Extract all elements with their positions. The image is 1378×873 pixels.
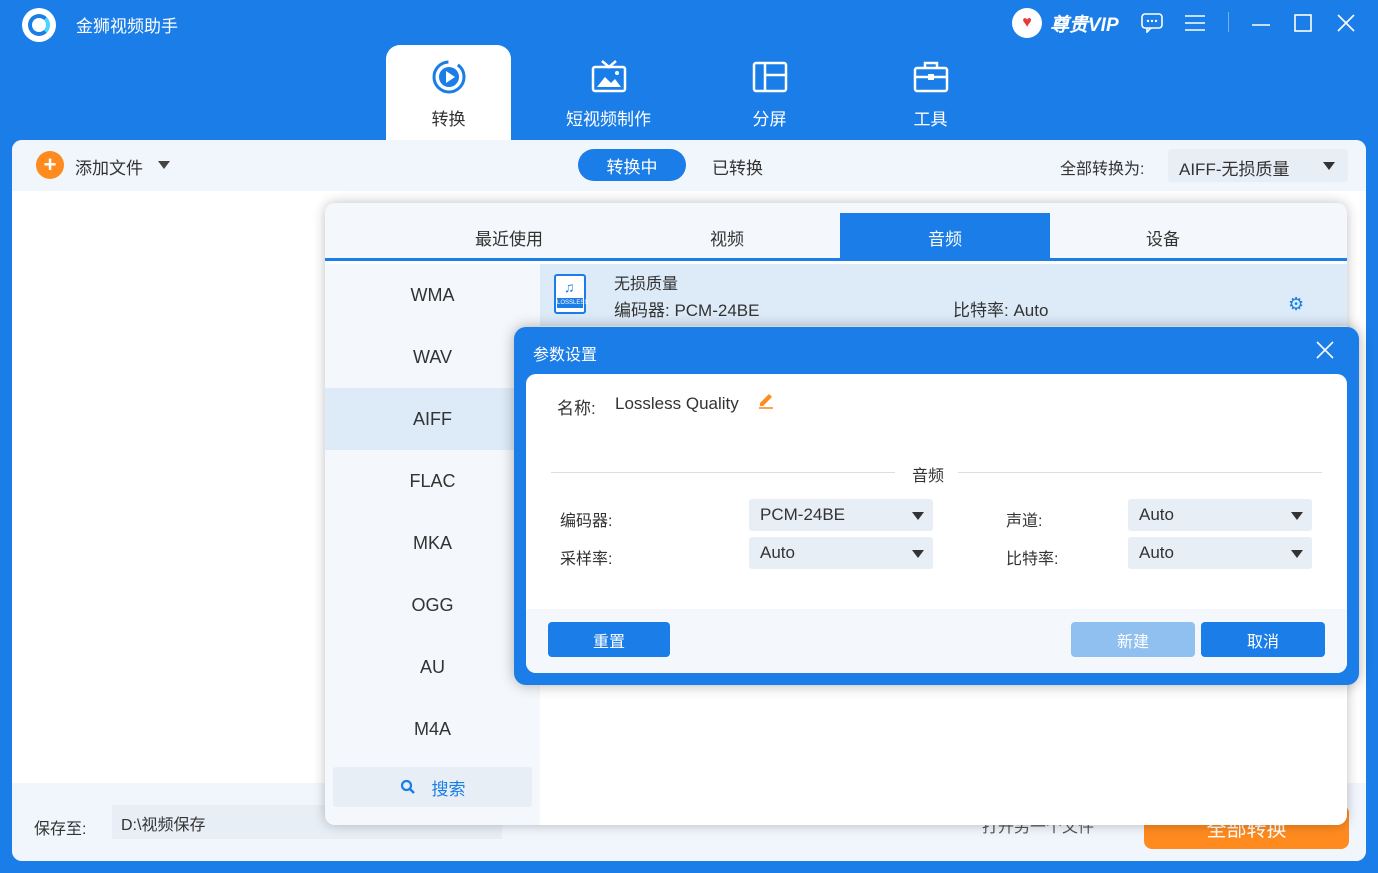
param-dialog-body: 名称: Lossless Quality 音频 编码器: PCM-24BE 声道… [526, 374, 1347, 673]
nav-tab-label: 转换 [431, 110, 466, 129]
format-search-button[interactable]: 搜索 [333, 767, 532, 807]
section-divider-right [958, 472, 1322, 473]
preset-name: 无损质量 [614, 276, 679, 293]
format-item-ogg[interactable]: OGG [325, 574, 540, 636]
app-title: 金狮视频助手 [76, 17, 178, 36]
format-item-aiff[interactable]: AIFF [325, 388, 540, 450]
convert-all-select[interactable]: AIFF-无损质量 [1168, 149, 1348, 182]
chevron-down-icon [1291, 512, 1303, 520]
add-file-button[interactable]: 添加文件 [75, 154, 143, 179]
tv-icon [589, 57, 629, 97]
sample-rate-value: Auto [760, 543, 795, 562]
nav-tab-split-screen[interactable]: 分屏 [707, 45, 832, 140]
close-icon[interactable] [1314, 337, 1336, 368]
tab-device[interactable]: 设备 [1054, 213, 1272, 261]
vip-button[interactable]: ♥ 尊贵VIP [1012, 7, 1119, 39]
tab-audio[interactable]: 音频 [840, 213, 1050, 261]
format-item-flac[interactable]: FLAC [325, 450, 540, 512]
search-icon [400, 779, 415, 794]
encoder-select[interactable]: PCM-24BE [749, 499, 933, 531]
channel-label: 声道: [1006, 513, 1043, 530]
param-dialog: 参数设置 名称: Lossless Quality 音频 编码器: PCM-24… [514, 327, 1359, 685]
chat-icon[interactable] [1139, 10, 1165, 36]
cancel-button[interactable]: 取消 [1201, 622, 1325, 657]
nav-tab-label: 短视频制作 [566, 110, 651, 129]
nav-tab-label: 工具 [913, 110, 948, 129]
convert-icon [429, 57, 469, 97]
nav-tab-label: 分屏 [752, 110, 787, 129]
format-item-wav[interactable]: WAV [325, 326, 540, 388]
chevron-down-icon [1291, 550, 1303, 558]
bitrate-select[interactable]: Auto [1128, 537, 1312, 569]
search-label: 搜索 [431, 779, 466, 799]
param-dialog-title: 参数设置 [533, 347, 598, 364]
param-dialog-footer: 重置 新建 取消 [526, 609, 1347, 673]
title-bar: 金狮视频助手 ♥ 尊贵VIP [0, 0, 1378, 140]
close-icon[interactable] [1333, 10, 1359, 36]
preset-bitrate: 比特率: Auto [953, 301, 1049, 320]
tab-video[interactable]: 视频 [618, 213, 836, 261]
format-list: WMA WAV AIFF FLAC MKA OGG AU M4A 搜索 [325, 264, 540, 825]
vip-label: 尊贵VIP [1050, 14, 1119, 36]
new-button[interactable]: 新建 [1071, 622, 1195, 657]
add-file-plus-icon[interactable]: + [36, 151, 64, 179]
encoder-label: 编码器: [560, 513, 613, 530]
preset-row[interactable]: ♫ LOSSLESS 无损质量 编码器: PCM-24BE 比特率: Auto … [540, 264, 1347, 326]
name-value: Lossless Quality [615, 394, 739, 413]
convert-all-value: AIFF-无损质量 [1179, 160, 1290, 179]
name-label: 名称: [557, 399, 596, 418]
preset-codec: 编码器: PCM-24BE [614, 301, 760, 320]
section-divider-left [551, 472, 895, 473]
menu-icon[interactable] [1182, 10, 1208, 36]
format-tabs: 最近使用 视频 音频 设备 [325, 203, 1347, 261]
channel-value: Auto [1139, 505, 1174, 524]
vip-diamond-icon: ♥ [1012, 8, 1042, 38]
lossless-audio-icon: ♫ LOSSLESS [554, 274, 588, 314]
channel-select[interactable]: Auto [1128, 499, 1312, 531]
chevron-down-icon [912, 512, 924, 520]
encoder-value: PCM-24BE [760, 505, 846, 524]
convert-all-label: 全部转换为: [1060, 161, 1145, 178]
nav-tab-convert[interactable]: 转换 [386, 45, 511, 140]
app-logo-icon [22, 8, 56, 42]
tab-converting[interactable]: 转换中 [578, 149, 686, 181]
format-item-mka[interactable]: MKA [325, 512, 540, 574]
nav-tab-tools[interactable]: 工具 [868, 45, 993, 140]
gear-icon[interactable]: ⚙ [1288, 294, 1304, 315]
bitrate-label: 比特率: [1006, 551, 1059, 568]
minimize-icon[interactable] [1248, 10, 1274, 36]
nav-tab-short-video[interactable]: 短视频制作 [546, 45, 671, 140]
bitrate-value: Auto [1139, 543, 1174, 562]
add-file-dropdown-icon[interactable] [158, 161, 170, 169]
split-screen-icon [750, 57, 790, 97]
chevron-down-icon [912, 550, 924, 558]
format-item-au[interactable]: AU [325, 636, 540, 698]
chevron-down-icon [1323, 162, 1335, 170]
audio-section-title: 音频 [912, 468, 945, 485]
toolbox-icon [911, 57, 951, 97]
tab-recent[interactable]: 最近使用 [400, 213, 618, 261]
maximize-icon[interactable] [1290, 10, 1316, 36]
save-to-label: 保存至: [34, 821, 87, 838]
reset-button[interactable]: 重置 [548, 622, 670, 657]
format-item-m4a[interactable]: M4A [325, 698, 540, 760]
sample-rate-select[interactable]: Auto [749, 537, 933, 569]
edit-pencil-icon[interactable] [757, 391, 775, 414]
format-item-wma[interactable]: WMA [325, 264, 540, 326]
sample-rate-label: 采样率: [560, 551, 613, 568]
toolbar: + 添加文件 转换中 已转换 全部转换为: AIFF-无损质量 [12, 140, 1366, 191]
tab-converted[interactable]: 已转换 [712, 154, 763, 179]
title-separator [1228, 12, 1229, 32]
